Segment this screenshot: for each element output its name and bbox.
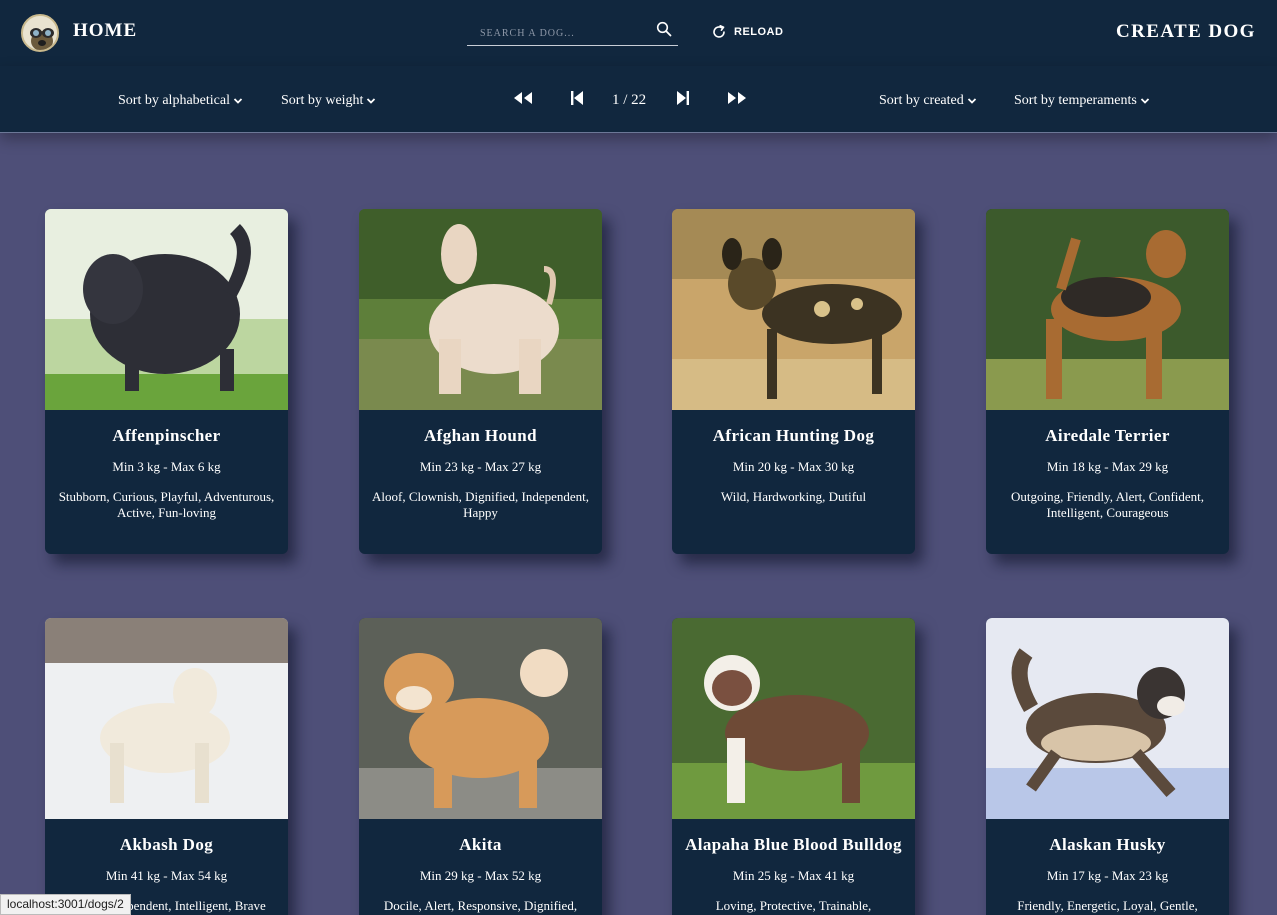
dog-card-alapaha-blue-blood-bulldog[interactable]: Alapaha Blue Blood Bulldog Min 25 kg - M…	[672, 618, 915, 915]
create-dog-link[interactable]: CREATE DOG	[1116, 21, 1256, 43]
reload-icon	[713, 25, 725, 38]
search-icon[interactable]	[656, 21, 672, 37]
dog-photo	[986, 618, 1229, 819]
dog-weight: Min 17 kg - Max 23 kg	[1046, 868, 1169, 883]
filter-bar: Sort by alphabetical Sort by weight 1 / …	[0, 66, 1277, 133]
dog-name: Afghan Hound	[424, 426, 537, 445]
dog-card-alaskan-husky[interactable]: Alaskan Husky Min 17 kg - Max 23 kg Frie…	[986, 618, 1229, 915]
chevron-down-icon	[967, 98, 976, 104]
sort-temperaments-dropdown[interactable]: Sort by temperaments	[1014, 93, 1150, 109]
first-page-icon[interactable]	[512, 89, 534, 107]
dog-temperaments: Friendly, Energetic, Loyal, Gentle,	[1017, 898, 1198, 913]
home-link[interactable]: HOME	[73, 20, 137, 42]
search-bar	[467, 18, 678, 46]
dog-logo-icon[interactable]	[21, 14, 59, 52]
last-page-icon[interactable]	[726, 89, 748, 107]
reload-button[interactable]: RELOAD	[711, 24, 783, 40]
dog-card-akbash-dog[interactable]: Akbash Dog Min 41 kg - Max 54 kg Loyal, …	[45, 618, 288, 915]
dog-photo	[45, 618, 288, 819]
dog-photo	[359, 618, 602, 819]
dog-weight: Min 20 kg - Max 30 kg	[732, 459, 855, 474]
dog-card-affenpinscher[interactable]: Affenpinscher Min 3 kg - Max 6 kg Stubbo…	[45, 209, 288, 554]
dog-card-african-hunting-dog[interactable]: African Hunting Dog Min 20 kg - Max 30 k…	[672, 209, 915, 554]
dog-card-airedale-terrier[interactable]: Airedale Terrier Min 18 kg - Max 29 kg O…	[986, 209, 1229, 554]
dog-weight: Min 41 kg - Max 54 kg	[105, 868, 228, 883]
dog-name: Alapaha Blue Blood Bulldog	[685, 835, 902, 854]
dog-weight: Min 29 kg - Max 52 kg	[419, 868, 542, 883]
reload-label: RELOAD	[734, 26, 784, 38]
dog-name: Alaskan Husky	[1049, 835, 1166, 854]
sort-created-dropdown[interactable]: Sort by created	[879, 93, 977, 109]
dog-photo	[45, 209, 288, 410]
dog-card-akita[interactable]: Akita Min 29 kg - Max 52 kg Docile, Aler…	[359, 618, 602, 915]
page-indicator: 1 / 22	[612, 92, 647, 108]
next-page-icon[interactable]	[671, 89, 693, 107]
top-navbar: HOME RELOAD CREATE DOG	[0, 0, 1277, 66]
dog-weight: Min 25 kg - Max 41 kg	[732, 868, 855, 883]
chevron-down-icon	[233, 98, 243, 104]
dog-name: Affenpinscher	[112, 426, 221, 445]
dog-weight: Min 23 kg - Max 27 kg	[419, 459, 542, 474]
dog-temperaments: Outgoing, Friendly, Alert, Confident, In…	[1010, 489, 1205, 520]
dog-name: Airedale Terrier	[1045, 426, 1170, 445]
sort-alphabetical-label: Sort by alphabetical	[118, 93, 230, 108]
dog-card-afghan-hound[interactable]: Afghan Hound Min 23 kg - Max 27 kg Aloof…	[359, 209, 602, 554]
sort-weight-dropdown[interactable]: Sort by weight	[281, 93, 376, 109]
dog-temperaments: Loving, Protective, Trainable,	[715, 898, 872, 913]
dog-temperaments: Aloof, Clownish, Dignified, Independent,…	[372, 489, 589, 520]
search-input[interactable]	[467, 22, 647, 44]
dog-name: African Hunting Dog	[712, 426, 875, 445]
dog-temperaments: Docile, Alert, Responsive, Dignified,	[383, 898, 578, 913]
dog-weight: Min 18 kg - Max 29 kg	[1046, 459, 1169, 474]
dog-name: Akita	[459, 835, 502, 854]
sort-temperaments-label: Sort by temperaments	[1014, 93, 1137, 108]
dog-temperaments: Stubborn, Curious, Playful, Adventurous,…	[58, 489, 275, 520]
sort-alphabetical-dropdown[interactable]: Sort by alphabetical	[118, 93, 243, 109]
dog-photo	[359, 209, 602, 410]
chevron-down-icon	[367, 98, 376, 104]
status-bar-url: localhost:3001/dogs/2	[0, 894, 131, 915]
chevron-down-icon	[1140, 98, 1150, 104]
dog-temperaments: Wild, Hardworking, Dutiful	[720, 489, 867, 504]
dog-name: Akbash Dog	[119, 835, 214, 854]
dog-photo	[986, 209, 1229, 410]
dog-photo	[672, 209, 915, 410]
previous-page-icon[interactable]	[567, 89, 589, 107]
dog-weight: Min 3 kg - Max 6 kg	[112, 459, 221, 474]
dog-photo	[672, 618, 915, 819]
sort-created-label: Sort by created	[879, 93, 964, 108]
sort-weight-label: Sort by weight	[281, 93, 364, 108]
